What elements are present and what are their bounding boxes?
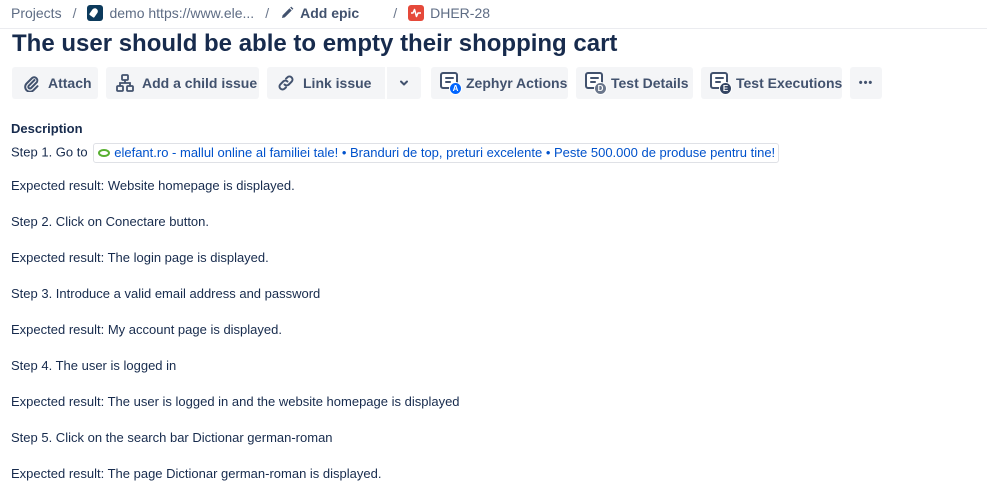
link-issue-dropdown-button[interactable]: [387, 67, 421, 99]
test-details-badge: D: [594, 82, 607, 95]
test-executions-label: Test Executions: [736, 75, 843, 91]
description-line[interactable]: Expected result: The page Dictionar germ…: [11, 465, 971, 483]
breadcrumb-issue[interactable]: DHER-28: [408, 5, 490, 21]
hierarchy-icon: [116, 74, 134, 92]
paperclip-icon: [24, 76, 39, 92]
breadcrumb: Projects / demo https://www.ele... / Add…: [11, 3, 490, 23]
description-line[interactable]: Expected result: My account page is disp…: [11, 321, 971, 339]
test-details-icon: D: [584, 71, 608, 95]
breadcrumb-project[interactable]: demo https://www.ele...: [87, 5, 254, 21]
breadcrumb-project-label[interactable]: demo https://www.ele...: [109, 5, 254, 21]
description-line[interactable]: Expected result: The user is logged in a…: [11, 393, 971, 411]
bug-icon: [408, 5, 425, 21]
add-epic-label[interactable]: Add epic: [300, 5, 359, 21]
site-favicon-icon: [98, 149, 111, 157]
description-line[interactable]: Expected result: Website homepage is dis…: [11, 177, 971, 195]
more-icon: •••: [858, 77, 874, 89]
description-heading: Description: [11, 121, 83, 136]
zephyr-actions-button[interactable]: A Zephyr Actions: [431, 67, 568, 99]
link-issue-button[interactable]: Link issue: [267, 67, 385, 99]
add-epic-button[interactable]: Add epic: [280, 5, 359, 21]
zephyr-actions-icon: A: [439, 71, 463, 95]
test-executions-icon: E: [709, 71, 733, 95]
header-divider: [0, 28, 987, 29]
description-section: Description Step 1. Go to elefant.ro - m…: [11, 121, 971, 501]
attach-button[interactable]: Attach: [12, 67, 98, 99]
issue-title[interactable]: The user should be able to empty their s…: [12, 30, 617, 58]
link-icon: [278, 75, 294, 91]
description-line[interactable]: Step 5. Click on the search bar Dictiona…: [11, 429, 971, 447]
test-details-button[interactable]: D Test Details: [576, 67, 693, 99]
step-1-text: Step 1. Go to: [11, 144, 88, 160]
attach-label: Attach: [48, 75, 92, 91]
description-step-1[interactable]: Step 1. Go to elefant.ro - mallul online…: [11, 143, 971, 163]
description-line[interactable]: Step 4. The user is logged in: [11, 357, 971, 375]
breadcrumb-projects[interactable]: Projects: [11, 5, 62, 21]
add-child-issue-label: Add a child issue: [142, 75, 258, 91]
test-details-label: Test Details: [611, 75, 689, 91]
add-child-issue-button[interactable]: Add a child issue: [106, 67, 259, 99]
zephyr-actions-label: Zephyr Actions: [466, 75, 568, 91]
breadcrumb-separator: /: [265, 5, 270, 21]
breadcrumb-issue-key[interactable]: DHER-28: [430, 5, 490, 21]
description-line[interactable]: Step 3. Introduce a valid email address …: [11, 285, 971, 303]
pencil-icon: [282, 6, 294, 18]
link-issue-label: Link issue: [303, 75, 372, 91]
elefant-inline-link[interactable]: elefant.ro - mallul online al familiei t…: [93, 143, 780, 163]
issue-toolbar: Attach Add a child issue Link issue A Ze…: [12, 67, 882, 99]
zephyr-actions-badge: A: [449, 82, 462, 95]
description-line[interactable]: Expected result: The login page is displ…: [11, 249, 971, 267]
breadcrumb-separator: /: [393, 5, 398, 21]
elefant-link-text[interactable]: elefant.ro - mallul online al familiei t…: [114, 144, 775, 162]
test-executions-button[interactable]: E Test Executions: [701, 67, 842, 99]
more-actions-button[interactable]: •••: [850, 67, 882, 99]
test-executions-badge: E: [719, 82, 732, 95]
breadcrumb-projects-label[interactable]: Projects: [11, 5, 62, 21]
chevron-down-icon: [400, 80, 408, 86]
project-avatar-icon: [87, 5, 104, 21]
description-line[interactable]: Step 2. Click on Conectare button.: [11, 213, 971, 231]
breadcrumb-separator: /: [72, 5, 77, 21]
